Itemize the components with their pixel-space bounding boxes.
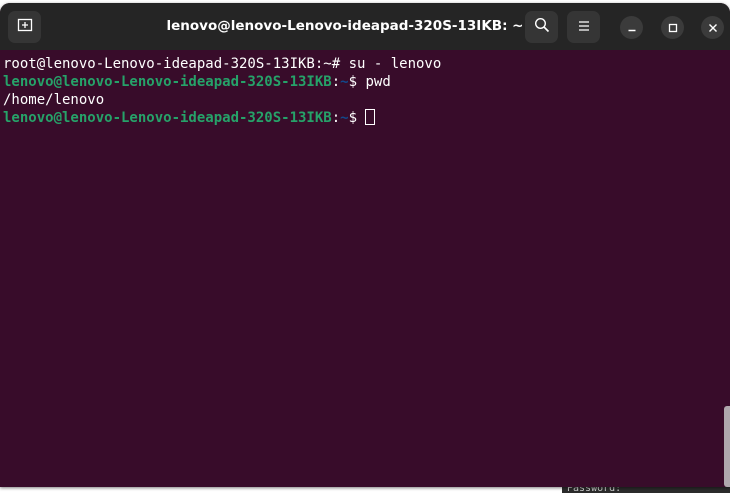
title-bar[interactable]: lenovo@lenovo-Lenovo-ideapad-320S-13IKB:… bbox=[0, 3, 730, 50]
command-text: pwd bbox=[365, 74, 391, 90]
prompt-user-host: lenovo@lenovo-Lenovo-ideapad-320S-13IKB bbox=[3, 74, 332, 90]
close-icon bbox=[708, 18, 718, 37]
command-text: su - lenovo bbox=[348, 56, 442, 72]
new-tab-icon bbox=[17, 17, 33, 37]
new-tab-button[interactable] bbox=[8, 11, 41, 43]
hamburger-menu-icon bbox=[577, 18, 591, 37]
command-output: /home/lenovo bbox=[3, 92, 105, 108]
terminal-line-4: lenovo@lenovo-Lenovo-ideapad-320S-13IKB:… bbox=[3, 109, 376, 127]
maximize-icon bbox=[668, 18, 678, 37]
menu-button[interactable] bbox=[567, 11, 600, 43]
minimize-icon bbox=[627, 18, 637, 37]
prompt-path: ~ bbox=[340, 74, 349, 90]
terminal-line-1: root@lenovo-Lenovo-ideapad-320S-13IKB:~#… bbox=[3, 55, 441, 73]
minimize-button[interactable] bbox=[620, 16, 643, 39]
terminal-scrollbar[interactable] bbox=[722, 50, 730, 487]
terminal-line-3: /home/lenovo bbox=[3, 91, 104, 109]
prompt-user-host: lenovo@lenovo-Lenovo-ideapad-320S-13IKB bbox=[3, 110, 332, 126]
prompt-colon: : bbox=[331, 74, 341, 90]
search-icon bbox=[534, 17, 550, 37]
text-cursor bbox=[365, 109, 376, 125]
prompt-colon: : bbox=[331, 110, 341, 126]
root-prompt: root@lenovo-Lenovo-ideapad-320S-13IKB:~# bbox=[3, 56, 349, 72]
search-button[interactable] bbox=[525, 11, 558, 43]
prompt-dollar: $ bbox=[348, 110, 366, 126]
prompt-path: ~ bbox=[340, 110, 349, 126]
scrollbar-thumb[interactable] bbox=[724, 406, 730, 487]
terminal-output-area[interactable]: root@lenovo-Lenovo-ideapad-320S-13IKB:~#… bbox=[0, 50, 730, 487]
terminal-line-2: lenovo@lenovo-Lenovo-ideapad-320S-13IKB:… bbox=[3, 73, 391, 91]
maximize-button[interactable] bbox=[661, 16, 684, 39]
prompt-dollar: $ bbox=[348, 74, 366, 90]
terminal-window: lenovo@lenovo-Lenovo-ideapad-320S-13IKB:… bbox=[0, 3, 730, 487]
close-button[interactable] bbox=[701, 16, 724, 39]
window-title: lenovo@lenovo-Lenovo-ideapad-320S-13IKB:… bbox=[166, 18, 524, 34]
